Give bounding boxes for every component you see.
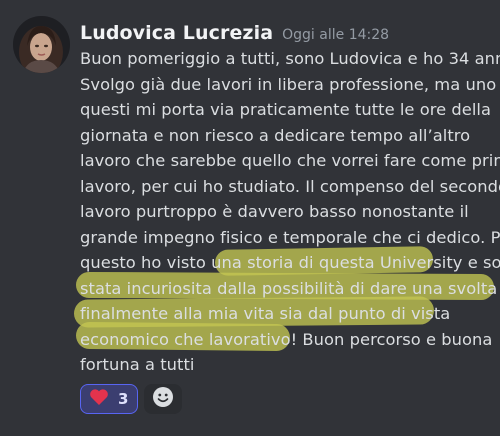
- message-line: stata incuriosita dalla possibilità di d…: [80, 276, 497, 302]
- message-line: lavoro purtroppo è davvero basso nonosta…: [80, 202, 469, 221]
- avatar[interactable]: [13, 16, 70, 73]
- add-reaction-button[interactable]: [144, 384, 183, 414]
- message-line: finalmente alla mia vita sia dal punto d…: [80, 301, 488, 327]
- message-line: lavoro che sarebbe quello che vorrei far…: [80, 151, 500, 170]
- reactions-bar: 3: [80, 384, 183, 414]
- message-line: questi mi porta via praticamente tutte l…: [80, 100, 492, 119]
- message-line: Buon pomeriggio a tutti, sono Ludovica e…: [80, 49, 500, 68]
- heart-icon: [89, 388, 109, 410]
- plain-text: Buon percorso e buona: [297, 329, 493, 349]
- heart-reaction[interactable]: 3: [80, 384, 139, 414]
- plain-text: fortuna a tutti: [80, 355, 195, 374]
- message-content: Buon pomeriggio a tutti, sono Ludovica e…: [80, 46, 500, 378]
- chat-message: Ludovica Lucrezia Oggi alle 14:28 Buon p…: [0, 0, 500, 436]
- highlighted-text: finalmente alla mia vita sia dal punto d…: [80, 304, 451, 323]
- message-line: grande impegno fisico e temporale che ci…: [80, 227, 500, 247]
- highlighted-text: ho visto una storia di questa University…: [141, 253, 500, 272]
- highlighted-text: stata incuriosita dalla possibilità di d…: [80, 278, 498, 298]
- smiley-icon: [152, 386, 174, 412]
- timestamp[interactable]: Oggi alle 14:28: [282, 27, 389, 43]
- username[interactable]: Ludovica Lucrezia: [80, 22, 273, 44]
- highlighted-text: economico che lavorativo!: [80, 329, 298, 349]
- message-line: lavoro, per cui ho studiato. Il compenso…: [80, 176, 500, 196]
- message-line: economico che lavorativo! Buon percorso …: [80, 327, 492, 353]
- message-header: Ludovica Lucrezia Oggi alle 14:28: [80, 22, 389, 48]
- message-line: Svolgo già due lavori in libera professi…: [80, 74, 500, 94]
- plain-text: questo: [80, 253, 142, 272]
- message-line: fortuna a tutti: [80, 352, 488, 378]
- reaction-count: 3: [118, 390, 129, 408]
- message-line: questo ho visto una storia di questa Uni…: [80, 250, 500, 276]
- message-line: giornata e non riesco a dedicare tempo a…: [80, 125, 471, 145]
